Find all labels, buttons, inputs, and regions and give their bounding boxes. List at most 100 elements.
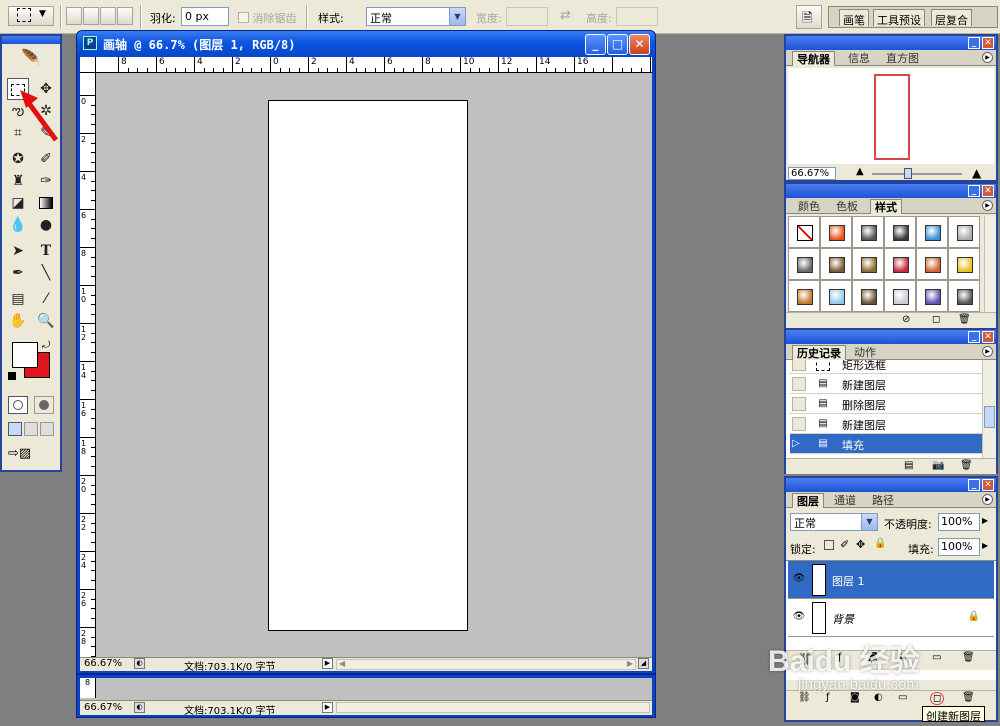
healing-brush-tool[interactable]: ✪ (7, 148, 29, 170)
zoom-slider-thumb[interactable] (904, 168, 912, 179)
second-zoom-readout[interactable]: 66.67% (84, 702, 122, 713)
add-to-selection-button[interactable] (83, 7, 99, 25)
style-swatch[interactable] (820, 216, 852, 248)
subtract-selection-button[interactable] (100, 7, 116, 25)
maximize-button[interactable]: □ (607, 34, 628, 55)
panel-close-button[interactable]: ✕ (982, 479, 994, 491)
panel-menu-icon[interactable]: ▶ (982, 346, 993, 357)
screen-mode-standard-button[interactable] (8, 422, 22, 436)
panel-menu-icon[interactable]: ▶ (982, 200, 993, 211)
vertical-ruler[interactable]: 0 2 4 6 8 1 0 1 2 1 4 1 6 1 8 2 0 2 2 2 4 2 6 2 8 (80, 73, 96, 657)
panel-close-button[interactable]: ✕ (982, 331, 994, 343)
panel-minimize-button[interactable]: _ (968, 37, 980, 49)
history-item-new-layer-2[interactable]: ▤ 新建图层 (790, 414, 982, 434)
opacity-arrow-icon[interactable]: ▶ (982, 516, 988, 525)
swap-colors-icon[interactable]: ⤾ (42, 340, 50, 351)
minimize-button[interactable]: _ (585, 34, 606, 55)
quick-mask-button[interactable] (34, 396, 54, 414)
tab-info[interactable]: 信息 (844, 51, 874, 66)
history-brush-tool[interactable]: ✑ (35, 170, 57, 192)
second-horizontal-scrollbar[interactable] (336, 702, 650, 713)
blur-tool[interactable]: 💧 (7, 214, 29, 236)
layer-row-layer1[interactable]: 👁 图层 1 (788, 561, 994, 599)
new-snapshot-icon[interactable]: 📷 (932, 460, 944, 471)
style-swatch-none[interactable] (788, 216, 820, 248)
lock-all-icon[interactable]: 🔒 (874, 538, 886, 549)
fill-arrow-icon[interactable]: ▶ (982, 541, 988, 550)
tab-color[interactable]: 颜色 (794, 199, 824, 214)
style-swatch[interactable] (820, 248, 852, 280)
style-swatch[interactable] (948, 216, 980, 248)
jump-to-imageready-button[interactable]: ⇨▨ (8, 446, 54, 464)
layer-mask-icon-2[interactable]: ◙ (850, 692, 860, 703)
eye-icon[interactable]: 👁 (792, 573, 806, 585)
feather-input[interactable]: 0 px (181, 7, 229, 26)
style-swatch[interactable] (852, 216, 884, 248)
style-swatch[interactable] (948, 280, 980, 312)
history-checkbox[interactable] (792, 417, 806, 431)
tool-preset-picker[interactable]: ▼ (8, 6, 54, 26)
panel-menu-icon[interactable]: ▶ (982, 52, 993, 63)
navigator-preview[interactable] (788, 68, 994, 164)
style-swatch[interactable] (948, 248, 980, 280)
tab-histogram[interactable]: 直方图 (882, 51, 923, 66)
new-layer-set-icon-2[interactable]: ▭ (898, 692, 907, 703)
scroll-right-icon[interactable]: ▶ (627, 659, 633, 668)
line-tool[interactable]: ╲ (35, 262, 57, 284)
style-swatch[interactable] (916, 216, 948, 248)
tab-channels[interactable]: 通道 (830, 493, 860, 508)
style-swatch[interactable] (884, 280, 916, 312)
zoom-readout[interactable]: 66.67% (84, 658, 122, 669)
tab-layers[interactable]: 图层 (792, 493, 824, 508)
width-input[interactable] (506, 7, 548, 26)
history-item-new-layer[interactable]: ▤ 新建图层 (790, 374, 982, 394)
status-info-icon[interactable]: ◐ (134, 658, 145, 669)
tab-actions[interactable]: 动作 (850, 345, 880, 360)
document-titlebar[interactable]: P 画轴 @ 66.7% (图层 1, RGB/8) _ □ ✕ (77, 31, 655, 57)
navigator-zoom-input[interactable]: 66.67% (788, 167, 836, 180)
lock-transparency-icon[interactable] (824, 540, 834, 550)
eraser-tool[interactable]: ◪ (7, 192, 29, 214)
zoom-in-icon[interactable]: ▲ (972, 166, 981, 180)
panel-close-button[interactable]: ✕ (982, 37, 994, 49)
panel-close-button[interactable]: ✕ (982, 185, 994, 197)
new-document-from-state-icon[interactable]: ▤ (904, 460, 913, 471)
lock-brush-icon[interactable]: ✐ (840, 538, 849, 551)
new-layer-set-icon[interactable]: ▭ (932, 652, 941, 663)
zoom-tool[interactable]: 🔍 (35, 310, 57, 332)
tab-styles[interactable]: 样式 (870, 199, 902, 214)
horizontal-ruler[interactable]: 8 6 4 2 0 2 4 6 8 10 12 14 16 (96, 57, 652, 73)
style-swatch[interactable] (788, 280, 820, 312)
resize-grip-icon[interactable]: ◢ (638, 658, 649, 669)
foreground-color-swatch[interactable] (12, 342, 38, 368)
path-selection-tool[interactable]: ➤ (7, 240, 29, 262)
feather-logo-icon[interactable]: 🪶 (6, 48, 56, 68)
blend-mode-select[interactable]: 正常 ▼ (790, 513, 878, 531)
file-browser-button[interactable]: 🗎 (796, 5, 822, 29)
new-layer-icon[interactable]: ◻ (930, 692, 945, 705)
history-scrollbar[interactable] (982, 360, 996, 458)
close-button[interactable]: ✕ (629, 34, 650, 55)
panel-minimize-button[interactable]: _ (968, 479, 980, 491)
screen-mode-menu-button[interactable] (24, 422, 38, 436)
panel-menu-icon[interactable]: ▶ (982, 494, 993, 505)
eyedropper-tool[interactable]: ⁄ (35, 288, 57, 310)
style-swatch[interactable] (788, 248, 820, 280)
default-colors-icon[interactable] (8, 372, 16, 380)
style-swatch[interactable] (852, 248, 884, 280)
panel-minimize-button[interactable]: _ (968, 185, 980, 197)
tab-swatches[interactable]: 色板 (832, 199, 862, 214)
tab-paths[interactable]: 路径 (868, 493, 898, 508)
history-checkbox[interactable] (792, 360, 806, 371)
history-item-fill[interactable]: ▷ ▤ 填充 (790, 434, 982, 454)
screen-mode-full-button[interactable] (40, 422, 54, 436)
style-select[interactable]: 正常 ▼ (366, 7, 466, 26)
zoom-slider[interactable] (872, 168, 962, 179)
style-swatch[interactable] (916, 248, 948, 280)
gradient-tool[interactable] (35, 192, 57, 214)
adjustment-layer-icon-2[interactable]: ◐ (874, 692, 883, 703)
styles-scrollbar[interactable] (984, 216, 996, 314)
panel-titlebar[interactable]: _ ✕ (786, 330, 996, 344)
history-checkbox[interactable] (792, 377, 806, 391)
lock-move-icon[interactable]: ✥ (856, 538, 865, 551)
